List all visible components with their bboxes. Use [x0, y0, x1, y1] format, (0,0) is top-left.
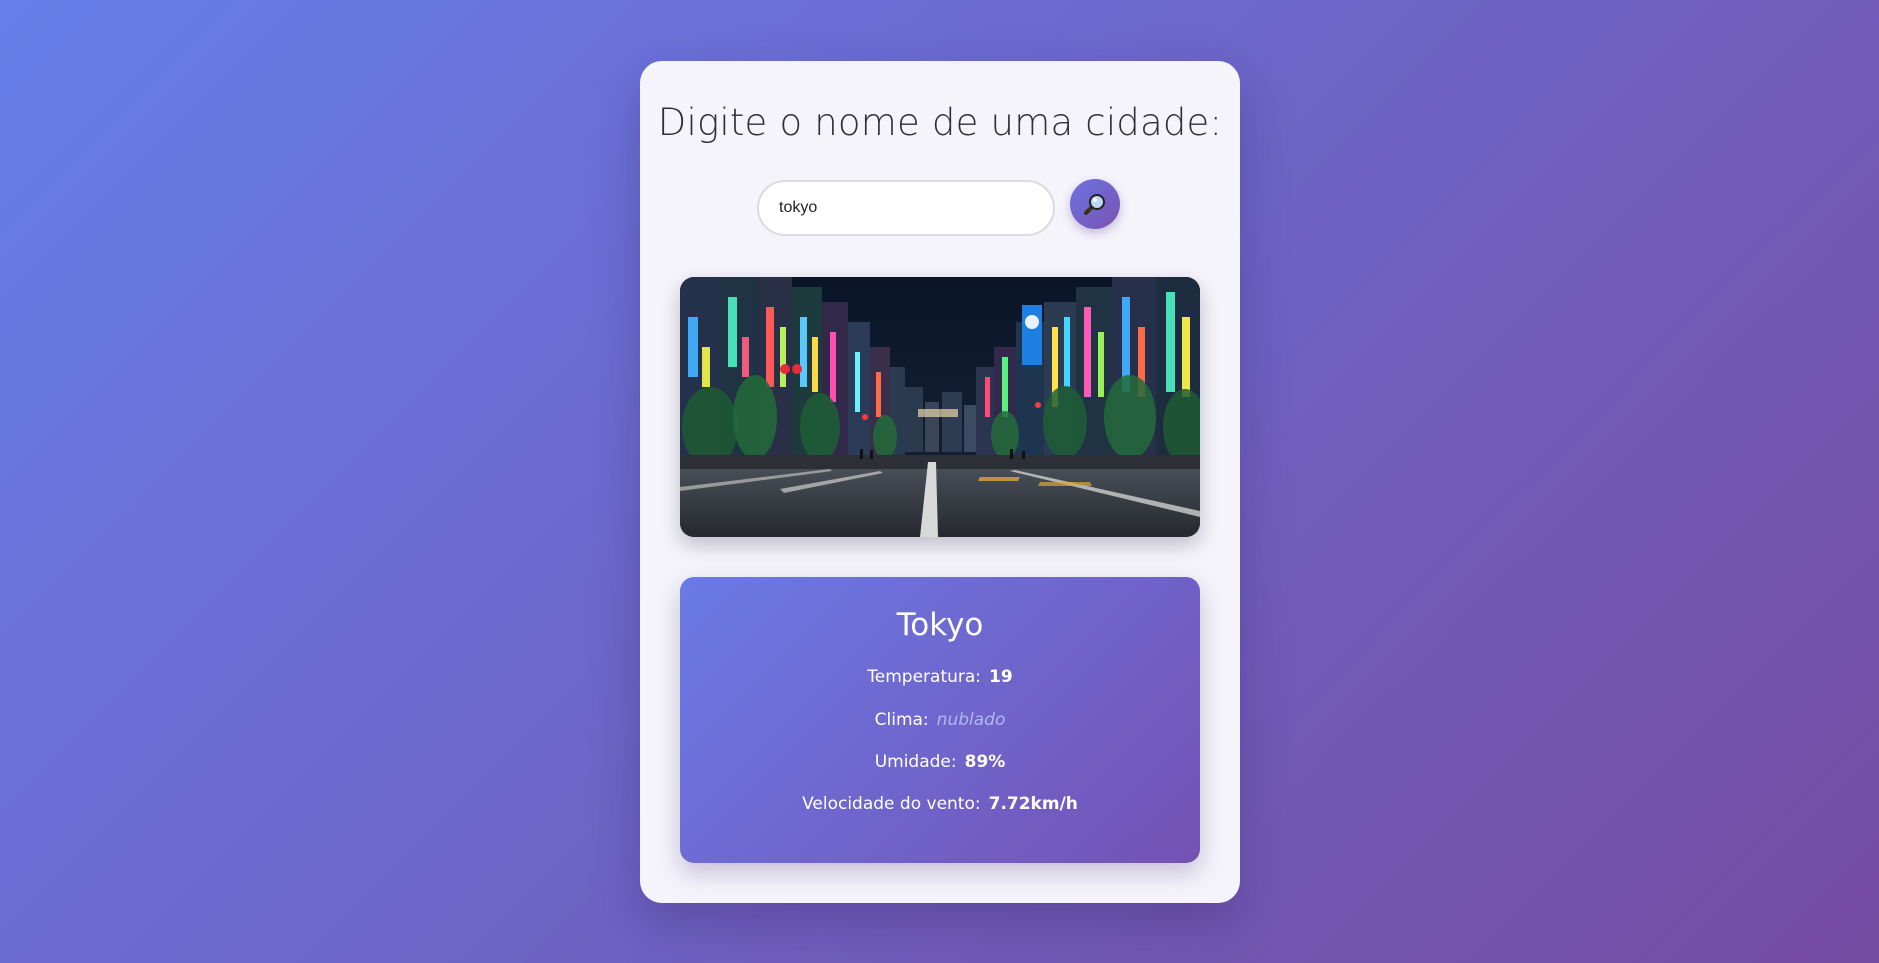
humidity-row: Umidade: 89%: [680, 752, 1200, 772]
climate-label: Clima:: [874, 710, 929, 730]
temperature-value: 19: [989, 667, 1013, 687]
magnifier-icon: [1084, 194, 1105, 215]
humidity-label: Umidade:: [874, 752, 957, 772]
weather-panel: Tokyo Temperatura: 19 Clima: nublado Umida…: [680, 577, 1200, 863]
page-title: Digite o nome de uma cidade:: [657, 101, 1223, 144]
climate-value: nublado: [936, 710, 1006, 730]
wind-label: Velocidade do vento:: [802, 794, 981, 814]
temperature-row: Temperatura: 19: [680, 667, 1200, 687]
wind-row: Velocidade do vento: 7.72km/h: [680, 794, 1200, 814]
search-button[interactable]: [1070, 179, 1120, 229]
search-bar: [757, 179, 1123, 237]
city-photo: [680, 277, 1200, 537]
temperature-label: Temperatura:: [867, 667, 982, 687]
humidity-value: 89%: [964, 752, 1006, 772]
city-search-input[interactable]: [757, 180, 1055, 236]
city-name: Tokyo: [896, 607, 984, 643]
search-card: Digite o nome de uma cidade: tokyo Tokyo…: [640, 61, 1240, 903]
wind-value: 7.72km/h: [988, 794, 1078, 814]
climate-row: Clima: nublado: [680, 710, 1200, 730]
